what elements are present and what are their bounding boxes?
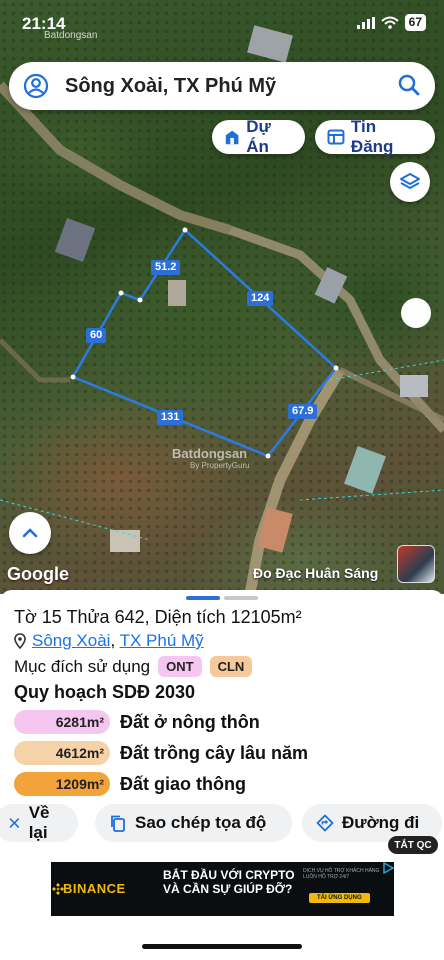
ad-choices-icon[interactable]	[382, 862, 394, 874]
plan-heading: Quy hoạch SDĐ 2030	[14, 682, 196, 702]
land-use-name: Đất giao thông	[120, 773, 246, 794]
parcel-title: Tờ 15 Thửa 642, Diện tích 12105m²	[14, 607, 302, 627]
map-watermark: Batdongsan By PropertyGuru	[172, 446, 250, 470]
projects-chip[interactable]: Dự Án	[212, 117, 305, 156]
copy-coordinates-button[interactable]: Sao chép tọa độ	[95, 804, 292, 842]
top-watermark: Batdongsan	[44, 30, 98, 41]
location-pin-icon	[14, 633, 26, 649]
copy-icon	[111, 815, 125, 832]
location-commune-link[interactable]: Sông Xoài	[32, 631, 110, 650]
wifi-icon	[380, 16, 399, 29]
parcel-outline	[71, 228, 338, 458]
sponsor-thumbnail[interactable]	[397, 545, 435, 583]
pager-dot-active	[186, 596, 220, 600]
account-icon[interactable]	[23, 73, 49, 99]
pager-dot	[224, 596, 258, 600]
map-marker[interactable]	[401, 298, 431, 328]
ad-subtext: DỊCH VỤ HỖ TRỢ KHÁCH HÀNG LUÔN HỖ TRỢ 24…	[303, 868, 380, 880]
listings-chip-label: Tin Đăng	[350, 117, 394, 156]
edge-length-bottom-right: 67.9	[288, 404, 318, 419]
battery-icon: 67	[404, 14, 426, 31]
purpose-label: Mục đích sử dụng	[14, 656, 151, 676]
back-label: Về lại	[28, 803, 50, 842]
parcel-location: Sông Xoài, TX Phú Mỹ	[14, 631, 204, 651]
edge-length-left: 60	[86, 328, 107, 343]
status-icons: 67	[356, 14, 426, 31]
listing-icon	[327, 129, 345, 145]
action-bar: Về lại Sao chép tọa độ Đường đi	[0, 803, 444, 844]
purpose-tag-ont[interactable]: ONT	[158, 656, 202, 677]
edge-length-right: 124	[247, 291, 274, 306]
copy-label: Sao chép tọa độ	[135, 813, 267, 832]
land-use-row: 6281m² Đất ở nông thôn	[14, 710, 260, 734]
ad-headline: BẮT ĐẦU VỚI CRYPTO VÀ CẦN SỰ GIÚP ĐỠ?	[163, 868, 295, 896]
location-separator: ,	[110, 631, 120, 650]
land-use-area: 1209m²	[14, 772, 110, 796]
chevron-up-icon	[22, 528, 38, 538]
layers-icon	[400, 173, 420, 189]
land-use-area: 4612m²	[14, 741, 110, 765]
google-logo: Google	[7, 564, 69, 584]
edge-length-top: 51.2	[151, 260, 181, 275]
purpose-tag-cln[interactable]: CLN	[209, 656, 253, 677]
projects-chip-label: Dự Án	[246, 117, 271, 156]
edge-length-bottom: 131	[157, 410, 184, 425]
layers-button[interactable]	[390, 162, 430, 202]
directions-label: Đường đi	[342, 813, 420, 832]
directions-icon	[316, 814, 334, 832]
measure-label: Đo Đạc Huân Sáng	[253, 565, 379, 581]
ad-cta-button[interactable]: TẢI ỨNG DỤNG	[309, 893, 370, 903]
hide-ad-button[interactable]: TẮT QC	[388, 836, 438, 854]
signal-icon	[356, 16, 375, 29]
search-icon[interactable]	[397, 73, 421, 97]
back-icon	[9, 818, 20, 828]
ad-banner[interactable]: BINANCE BẮT ĐẦU VỚI CRYPTO VÀ CẦN SỰ GIÚ…	[51, 862, 394, 916]
land-use-row: 1209m² Đất giao thông	[14, 772, 246, 796]
building-icon	[225, 130, 239, 145]
listings-chip[interactable]: Tin Đăng	[315, 117, 435, 156]
land-use-area: 6281m²	[14, 710, 110, 734]
location-town-link[interactable]: TX Phú Mỹ	[120, 631, 204, 650]
sheet-pager	[186, 596, 258, 600]
search-bar[interactable]: Sông Xoài, TX Phú Mỹ	[9, 62, 435, 110]
back-button[interactable]: Về lại	[0, 803, 78, 842]
status-bar: 21:14 67	[0, 0, 444, 50]
home-indicator	[142, 944, 302, 949]
ad-brand: BINANCE	[63, 881, 126, 896]
expand-sheet-button[interactable]	[9, 512, 51, 554]
search-input[interactable]: Sông Xoài, TX Phú Mỹ	[65, 75, 276, 98]
land-use-row: 4612m² Đất trồng cây lâu năm	[14, 741, 308, 765]
purpose-line: Mục đích sử dụng ONT CLN	[14, 656, 253, 677]
land-use-name: Đất trồng cây lâu năm	[120, 742, 309, 763]
land-use-name: Đất ở nông thôn	[120, 711, 260, 732]
